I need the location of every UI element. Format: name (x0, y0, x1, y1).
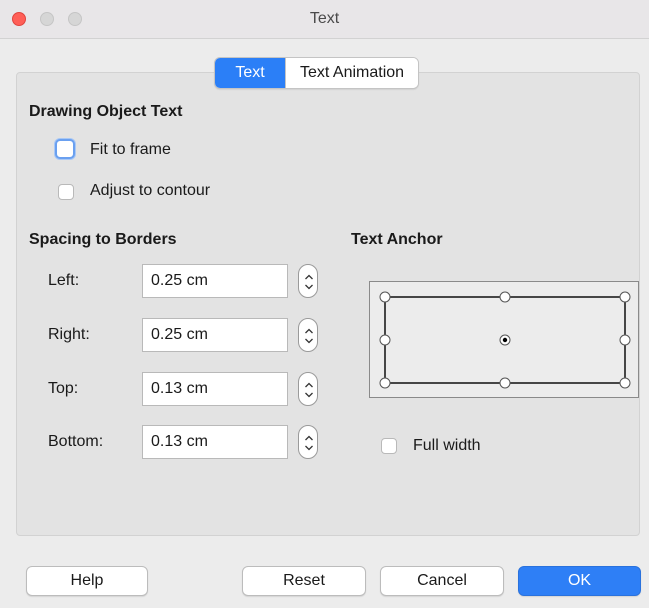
tab-bar: Text Text Animation (214, 57, 420, 89)
drawing-object-text-heading: Drawing Object Text (29, 103, 183, 120)
right-spacing-stepper[interactable] (298, 318, 318, 352)
text-anchor-heading: Text Anchor (351, 231, 443, 248)
anchor-selected-dot-icon (502, 337, 508, 343)
stepper-arrows-icon (305, 435, 313, 451)
anchor-top-center[interactable] (499, 291, 511, 303)
top-label: Top: (48, 380, 79, 397)
left-spacing-input[interactable] (142, 264, 288, 298)
anchor-bottom-center[interactable] (499, 377, 511, 389)
help-button[interactable]: Help (26, 566, 148, 596)
anchor-points (379, 291, 631, 389)
left-label: Left: (48, 272, 80, 289)
tab-text[interactable]: Text (215, 58, 285, 88)
adjust-to-contour-checkbox[interactable] (58, 184, 74, 200)
right-spacing-input[interactable] (142, 318, 288, 352)
full-width-label: Full width (413, 437, 481, 454)
anchor-bottom-left[interactable] (379, 377, 391, 389)
tab-text-animation[interactable]: Text Animation (285, 58, 419, 88)
stepper-arrows-icon (305, 382, 313, 398)
title-bar: Text (0, 0, 649, 39)
cancel-button[interactable]: Cancel (380, 566, 504, 596)
fit-to-frame-checkbox[interactable] (55, 139, 75, 159)
right-label: Right: (48, 326, 90, 343)
text-anchor-selector (369, 281, 639, 398)
anchor-top-right[interactable] (619, 291, 631, 303)
full-width-checkbox[interactable] (381, 438, 397, 454)
spacing-to-borders-heading: Spacing to Borders (29, 231, 177, 248)
top-spacing-input[interactable] (142, 372, 288, 406)
anchor-middle-left[interactable] (379, 334, 391, 346)
left-spacing-stepper[interactable] (298, 264, 318, 298)
reset-button[interactable]: Reset (242, 566, 366, 596)
anchor-middle-right[interactable] (619, 334, 631, 346)
bottom-label: Bottom: (48, 433, 104, 450)
bottom-spacing-input[interactable] (142, 425, 288, 459)
stepper-arrows-icon (305, 274, 313, 290)
anchor-bottom-right[interactable] (619, 377, 631, 389)
adjust-to-contour-label: Adjust to contour (90, 182, 211, 199)
fit-to-frame-label: Fit to frame (90, 141, 171, 158)
stepper-arrows-icon (305, 328, 313, 344)
anchor-top-left[interactable] (379, 291, 391, 303)
top-spacing-stepper[interactable] (298, 372, 318, 406)
ok-button[interactable]: OK (518, 566, 641, 596)
window-title: Text (309, 10, 340, 27)
bottom-spacing-stepper[interactable] (298, 425, 318, 459)
